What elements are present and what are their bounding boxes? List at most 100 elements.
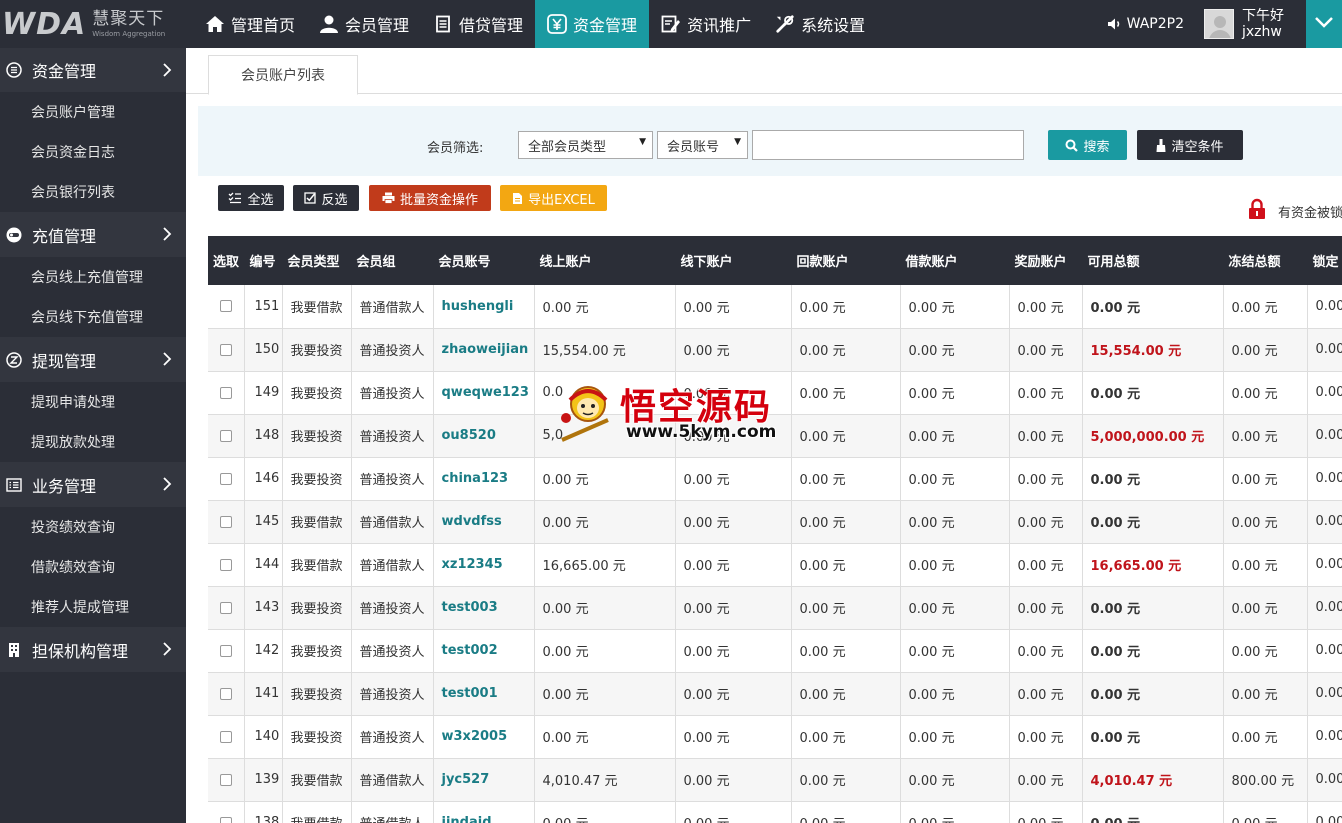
cell-select bbox=[208, 672, 245, 716]
cell-frozen-total: 0.00 元 bbox=[1223, 328, 1308, 372]
invert-selection-button[interactable]: 反选 bbox=[293, 185, 359, 211]
nav-settings[interactable]: 系统设置 bbox=[763, 0, 877, 48]
select-all-button[interactable]: 全选 bbox=[218, 185, 284, 211]
wap-link[interactable]: WAP2P2 bbox=[1107, 14, 1184, 34]
cell-available-total: 0.00 元 bbox=[1082, 285, 1224, 329]
sidebar-item-fund-log[interactable]: 会员资金日志 bbox=[0, 132, 186, 172]
member-account-link[interactable]: jindaid bbox=[433, 801, 535, 823]
member-type-select[interactable]: 全部会员类型 ▼ bbox=[518, 131, 653, 159]
logo-text: 慧聚天下 Wisdom Aggregation bbox=[92, 8, 165, 38]
member-account-link[interactable]: ou8520 bbox=[433, 414, 535, 458]
member-account-link[interactable]: jyc527 bbox=[433, 758, 535, 802]
cell-loan-balance: 0.00 元 bbox=[900, 758, 1010, 802]
batch-fund-button[interactable]: 批量资金操作 bbox=[369, 185, 491, 211]
table-row: 142 我要投资 普通投资人 test002 0.00 元 0.00 元 0.00 元 0.0… bbox=[208, 629, 1342, 673]
clear-button[interactable]: 清空条件 bbox=[1137, 130, 1243, 160]
sidebar-item-online-recharge[interactable]: 会员线上充值管理 bbox=[0, 257, 186, 297]
tab-member-accounts[interactable]: 会员账户列表 bbox=[208, 55, 358, 95]
sidebar-item-withdraw-payouts[interactable]: 提现放款处理 bbox=[0, 422, 186, 462]
sidebar-group-withdraw[interactable]: 提现管理 bbox=[0, 337, 186, 382]
speaker-icon bbox=[1107, 14, 1123, 34]
filter-label: 会员筛选: bbox=[427, 141, 484, 156]
row-checkbox[interactable] bbox=[219, 601, 232, 614]
member-account-link[interactable]: test001 bbox=[433, 672, 535, 716]
field-select-value: 会员账号 bbox=[667, 139, 720, 155]
field-select[interactable]: 会员账号 ▼ bbox=[657, 131, 748, 159]
cell-loan-balance: 0.00 元 bbox=[900, 801, 1010, 823]
member-account-link[interactable]: wdvdfss bbox=[433, 500, 535, 544]
member-account-link[interactable]: xz12345 bbox=[433, 543, 535, 587]
row-checkbox[interactable] bbox=[219, 644, 232, 657]
row-checkbox[interactable] bbox=[219, 515, 232, 528]
row-checkbox[interactable] bbox=[219, 558, 232, 571]
column-header: 编号 bbox=[244, 236, 283, 285]
nav-news[interactable]: 资讯推广 bbox=[649, 0, 763, 48]
cell-id: 149 bbox=[244, 371, 283, 415]
sidebar-item-withdraw-requests[interactable]: 提现申请处理 bbox=[0, 382, 186, 422]
sidebar-item-investment-performance[interactable]: 投资绩效查询 bbox=[0, 507, 186, 547]
table-row: 145 我要借款 普通借款人 wdvdfss 0.00 元 0.00 元 0.00 元 0.0… bbox=[208, 500, 1342, 544]
cell-id: 142 bbox=[244, 629, 283, 673]
sidebar-group-title: 提现管理 bbox=[32, 351, 97, 371]
cell-loan-balance: 0.00 元 bbox=[900, 500, 1010, 544]
cell-available-total: 0.00 元 bbox=[1082, 457, 1224, 501]
user-info[interactable]: 下午好 jxzhw bbox=[1242, 8, 1284, 40]
cell-reward-balance: 0.00 元 bbox=[1009, 414, 1083, 458]
member-account-link[interactable]: hushengli bbox=[433, 285, 535, 329]
member-account-link[interactable]: test002 bbox=[433, 629, 535, 673]
member-account-link[interactable]: test003 bbox=[433, 586, 535, 630]
sidebar-group-business[interactable]: 业务管理 bbox=[0, 462, 186, 507]
sidebar-group-guarantor[interactable]: 担保机构管理 bbox=[0, 627, 186, 672]
member-account-link[interactable]: zhaoweijian bbox=[433, 328, 535, 372]
cell-repayment-balance: 0.00 元 bbox=[791, 414, 901, 458]
cell-offline-balance: 0.00 元 bbox=[675, 672, 792, 716]
row-checkbox[interactable] bbox=[219, 816, 232, 823]
row-checkbox[interactable] bbox=[219, 773, 232, 786]
cell-online-balance: 0.00 元 bbox=[534, 457, 676, 501]
row-checkbox[interactable] bbox=[219, 343, 232, 356]
logo-name-cn: 慧聚天下 bbox=[92, 8, 165, 29]
member-account-link[interactable]: china123 bbox=[433, 457, 535, 501]
chevron-right-icon bbox=[162, 62, 172, 81]
row-checkbox[interactable] bbox=[219, 386, 232, 399]
member-account-link[interactable]: qweqwe123 bbox=[433, 371, 535, 415]
avatar[interactable] bbox=[1204, 9, 1234, 39]
row-checkbox[interactable] bbox=[219, 687, 232, 700]
sidebar-item-loan-performance[interactable]: 借款绩效查询 bbox=[0, 547, 186, 587]
row-checkbox[interactable] bbox=[219, 429, 232, 442]
sidebar-group-recharge[interactable]: 充值管理 bbox=[0, 212, 186, 257]
export-label: 导出EXCEL bbox=[528, 192, 595, 208]
cell-reward-balance: 0.00 元 bbox=[1009, 586, 1083, 630]
cell-member-type: 我要借款 bbox=[282, 285, 352, 329]
row-checkbox[interactable] bbox=[219, 300, 232, 313]
cell-offline-balance: 0.00 元 bbox=[675, 457, 792, 501]
nav-funds[interactable]: 资金管理 bbox=[535, 0, 650, 48]
row-checkbox[interactable] bbox=[219, 472, 232, 485]
logo[interactable]: WDA 慧聚天下 Wisdom Aggregation bbox=[0, 0, 186, 48]
cell-member-group: 普通借款人 bbox=[351, 801, 434, 823]
cell-id: 139 bbox=[244, 758, 283, 802]
search-input[interactable] bbox=[752, 130, 1024, 160]
search-button[interactable]: 搜索 bbox=[1048, 130, 1127, 160]
cell-locked: 0.00 bbox=[1307, 500, 1342, 544]
member-account-link[interactable]: w3x2005 bbox=[433, 715, 535, 759]
cell-member-type: 我要投资 bbox=[282, 371, 352, 415]
table-header-row: 选取 编号 会员类型 会员组 会员账号 线上账户 线下账户 回款账户 借款账户 奖励账户 可用总额冻… bbox=[208, 236, 1342, 285]
sidebar-item-referrer-commission[interactable]: 推荐人提成管理 bbox=[0, 587, 186, 627]
user-menu-toggle[interactable] bbox=[1306, 0, 1342, 48]
nav-members[interactable]: 会员管理 bbox=[307, 0, 421, 48]
nav-loans[interactable]: 借贷管理 bbox=[421, 0, 535, 48]
nav-home[interactable]: 管理首页 bbox=[193, 0, 307, 48]
sidebar-item-offline-recharge[interactable]: 会员线下充值管理 bbox=[0, 297, 186, 337]
broom-icon bbox=[1156, 138, 1166, 152]
cell-select bbox=[208, 414, 245, 458]
select-all-label: 全选 bbox=[247, 192, 274, 208]
sidebar-item-account-management[interactable]: 会员账户管理 bbox=[0, 92, 186, 132]
cell-loan-balance: 0.00 元 bbox=[900, 285, 1010, 329]
export-excel-button[interactable]: 导出EXCEL bbox=[500, 185, 607, 211]
sidebar-item-bank-list[interactable]: 会员银行列表 bbox=[0, 172, 186, 212]
edit-icon bbox=[661, 14, 681, 34]
sidebar-group-funds[interactable]: 资金管理 bbox=[0, 48, 186, 92]
row-checkbox[interactable] bbox=[219, 730, 232, 743]
cell-id: 140 bbox=[244, 715, 283, 759]
